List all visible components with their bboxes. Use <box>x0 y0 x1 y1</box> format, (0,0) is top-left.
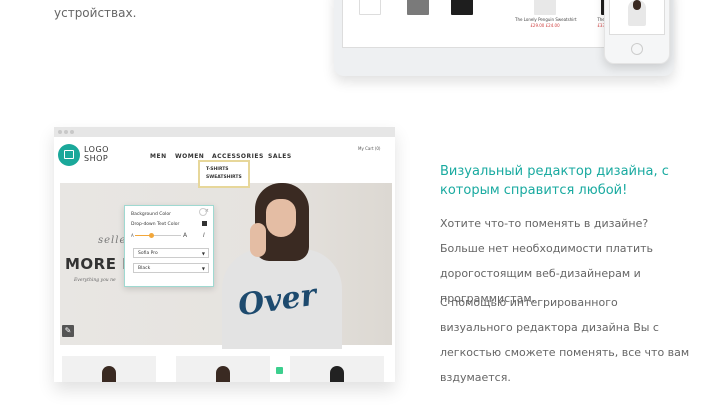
chevron-down-icon: ▼ <box>201 251 205 256</box>
thumbnail-image <box>216 366 230 382</box>
hero-subtitle: selle <box>98 235 127 246</box>
dropdown-item-sweatshirts[interactable]: SWEATSHIRTS <box>200 175 248 180</box>
italic-icon[interactable]: I <box>203 232 205 239</box>
product-price: £29.00 £24.00 <box>530 23 560 28</box>
font-size-small-icon: A <box>131 233 134 238</box>
thumbnail-image <box>102 366 116 382</box>
thumbnail-card[interactable] <box>176 356 270 382</box>
product-card[interactable] <box>397 0 439 15</box>
phone-home-button <box>631 43 643 55</box>
window-dot <box>58 130 62 134</box>
font-select[interactable]: Sofia Pro ▼ <box>133 248 209 258</box>
browser-titlebar <box>54 127 395 137</box>
product-card[interactable] <box>441 0 483 15</box>
nav-women[interactable]: WOMEN <box>175 153 204 160</box>
product-card[interactable]: The Lonely Penguin Sweatshirt £29.00 £24… <box>515 0 577 28</box>
product-card[interactable] <box>349 0 391 15</box>
dropdown-item-tshirts[interactable]: T-SHIRTS <box>200 167 248 172</box>
feature-headline: Визуальный редактор дизайна, с которым с… <box>440 164 669 198</box>
thumbnail-card[interactable] <box>290 356 384 382</box>
nav-sales[interactable]: SALES <box>268 153 292 160</box>
shirt-image <box>534 0 556 15</box>
design-editor-panel: × Background Color Drop-down Text Color … <box>124 205 214 287</box>
hero-banner: Over selle MORE I Everything you ne ✎ <box>60 183 392 349</box>
window-dot <box>70 130 74 134</box>
font-select-value: Sofia Pro <box>138 251 158 256</box>
phone-model-head <box>633 0 641 10</box>
hero-model-image: Over <box>210 183 350 349</box>
phone-mockup <box>604 0 670 64</box>
hero-title: MORE I <box>65 255 129 273</box>
product-thumbnails <box>54 353 395 382</box>
model-face <box>266 199 296 237</box>
nav-dropdown: T-SHIRTS SWEATSHIRTS <box>198 160 250 188</box>
product-name: The Lonely Penguin Sweatshirt <box>515 17 577 22</box>
browser-mockup: LOGO SHOP MEN WOMEN ACCESSORIES SALES My… <box>54 127 395 382</box>
color-select-value: Black <box>138 266 151 271</box>
color-select[interactable]: Black ▼ <box>133 263 209 273</box>
bg-color-toggle[interactable] <box>199 208 207 216</box>
edit-pencil-icon[interactable]: ✎ <box>62 325 74 337</box>
window-dot <box>64 130 68 134</box>
bag-icon <box>64 150 74 159</box>
phone-screen <box>609 0 665 35</box>
font-size-slider[interactable] <box>135 233 181 238</box>
chevron-down-icon: ▼ <box>201 266 205 271</box>
cart-link[interactable]: My Cart (0) <box>358 146 380 151</box>
intro-text-tail: устройствах. <box>54 6 137 20</box>
logo-bag-icon[interactable] <box>58 144 80 166</box>
nav-accessories[interactable]: ACCESSORIES <box>212 153 264 160</box>
shirt-image <box>451 0 473 15</box>
thumbnail-image <box>330 366 344 382</box>
shirt-image <box>407 0 429 15</box>
logo-line2: SHOP <box>84 154 109 163</box>
thumbnail-card[interactable] <box>62 356 156 382</box>
slider-handle[interactable] <box>149 233 154 238</box>
bg-color-label: Background Color <box>131 212 172 217</box>
shirt-image <box>359 0 381 15</box>
dropdown-text-color-label: Drop-down Text Color <box>131 222 180 227</box>
model-hand <box>250 223 266 257</box>
color-swatch[interactable] <box>202 221 207 226</box>
feature-paragraph-2: С помощью интегрированного визуального р… <box>440 296 690 384</box>
logo-line1: LOGO <box>84 145 109 154</box>
font-size-large-icon: A <box>183 232 188 239</box>
nav-men[interactable]: MEN <box>150 153 167 160</box>
color-marker[interactable] <box>276 367 283 374</box>
logo-text[interactable]: LOGO SHOP <box>84 145 109 163</box>
hero-caption: Everything you ne <box>74 278 116 283</box>
